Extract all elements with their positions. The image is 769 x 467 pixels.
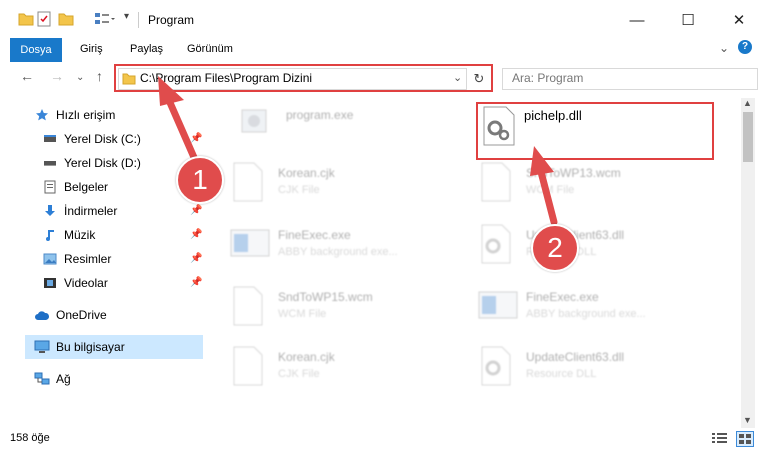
- step-2-badge: 2: [531, 224, 579, 272]
- annotation-arrows: [158, 76, 558, 226]
- step-1-badge: 1: [176, 156, 224, 204]
- arrow-2: [530, 146, 558, 226]
- arrow-1: [158, 76, 200, 166]
